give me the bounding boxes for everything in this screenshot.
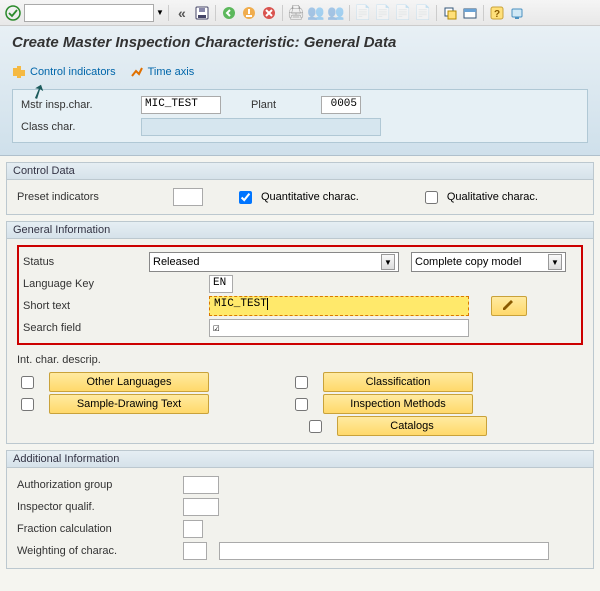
chevron-down-icon: ▼ [381, 254, 395, 270]
svg-text:?: ? [494, 9, 500, 20]
exit-icon[interactable] [240, 4, 258, 22]
find-icon: 👥 [307, 4, 325, 22]
prev-page-icon: 📄 [374, 4, 392, 22]
find-next-icon: 👥 [327, 4, 345, 22]
fraction-calc-label: Fraction calculation [17, 523, 177, 535]
ok-icon[interactable] [4, 4, 22, 22]
auth-group-label: Authorization group [17, 479, 177, 491]
control-indicators-icon [12, 65, 26, 79]
plant-label: Plant [251, 99, 321, 111]
catalogs-checkbox[interactable] [309, 420, 322, 433]
mic-value: MIC_TEST [141, 96, 221, 114]
other-languages-button[interactable]: Other Languages [49, 372, 209, 392]
fraction-calc-input[interactable] [183, 520, 203, 538]
search-field-input[interactable] [209, 319, 469, 337]
class-char-label: Class char. [21, 121, 141, 133]
class-char-value [141, 118, 381, 136]
auth-group-input[interactable] [183, 476, 219, 494]
status-dropdown[interactable]: Released ▼ [149, 252, 399, 272]
tab-time-axis-label: Time axis [148, 66, 195, 78]
status-value: Released [153, 256, 199, 268]
qualitative-checkbox[interactable] [425, 191, 438, 204]
header: Create Master Inspection Characteristic:… [0, 26, 600, 156]
tab-control-indicators[interactable]: Control indicators ➚ [12, 65, 116, 79]
subtabs: Control indicators ➚ Time axis [12, 65, 588, 79]
section-general-title: General Information [7, 222, 593, 239]
back-icon[interactable] [220, 4, 238, 22]
lang-label: Language Key [23, 278, 203, 290]
copy-model-value: Complete copy model [415, 256, 521, 268]
section-additional-title: Additional Information [7, 451, 593, 468]
weighting-desc-input[interactable] [219, 542, 549, 560]
highlighted-region: Status Released ▼ Complete copy model ▼ … [17, 245, 583, 345]
weighting-label: Weighting of charac. [17, 545, 177, 557]
weighting-input[interactable] [183, 542, 207, 560]
tab-control-indicators-label: Control indicators [30, 66, 116, 78]
tab-time-axis[interactable]: Time axis [130, 65, 195, 79]
save-icon[interactable] [193, 4, 211, 22]
section-control-data: Control Data Preset indicators Quantitat… [6, 162, 594, 215]
cancel-icon[interactable] [260, 4, 278, 22]
command-dropdown[interactable] [24, 4, 154, 22]
print-icon: 🖨 [287, 4, 305, 22]
key-block: Mstr insp.char. MIC_TEST Plant 0005 Clas… [12, 89, 588, 143]
classification-button[interactable]: Classification [323, 372, 473, 392]
short-text-label: Short text [23, 300, 203, 312]
intchar-label: Int. char. descrip. [17, 354, 141, 366]
chevron-down-icon: ▼ [548, 254, 562, 270]
chevrons-left-icon[interactable]: « [173, 4, 191, 22]
plant-value: 0005 [321, 96, 361, 114]
search-field-label: Search field [23, 322, 203, 334]
sample-drawing-checkbox[interactable] [21, 398, 34, 411]
settings-icon[interactable] [508, 4, 526, 22]
inspection-methods-checkbox[interactable] [295, 398, 308, 411]
preset-input[interactable] [173, 188, 203, 206]
pencil-icon [502, 300, 516, 312]
last-page-icon: 📄 [414, 4, 432, 22]
first-page-icon: 📄 [354, 4, 372, 22]
page-title: Create Master Inspection Characteristic:… [12, 34, 588, 51]
section-general: General Information Status Released ▼ Co… [6, 221, 594, 444]
quantitative-label: Quantitative charac. [261, 191, 359, 203]
long-text-button[interactable] [491, 296, 527, 316]
toolbar: ▼ « 🖨 👥 👥 📄 📄 📄 📄 ? [0, 0, 600, 26]
sample-drawing-button[interactable]: Sample-Drawing Text [49, 394, 209, 414]
classification-checkbox[interactable] [295, 376, 308, 389]
new-session-icon[interactable] [441, 4, 459, 22]
time-axis-icon [130, 65, 144, 79]
help-icon[interactable]: ? [488, 4, 506, 22]
catalogs-button[interactable]: Catalogs [337, 416, 487, 436]
copy-model-dropdown[interactable]: Complete copy model ▼ [411, 252, 566, 272]
status-label: Status [23, 256, 143, 268]
other-languages-checkbox[interactable] [21, 376, 34, 389]
section-control-data-title: Control Data [7, 163, 593, 180]
shortcut-icon[interactable] [461, 4, 479, 22]
short-text-value: MIC_TEST [214, 298, 267, 310]
next-page-icon: 📄 [394, 4, 412, 22]
preset-label: Preset indicators [17, 191, 167, 203]
section-additional: Additional Information Authorization gro… [6, 450, 594, 569]
quantitative-checkbox[interactable] [239, 191, 252, 204]
short-text-input[interactable]: MIC_TEST [209, 296, 469, 316]
lang-value: EN [209, 275, 233, 293]
inspection-methods-button[interactable]: Inspection Methods [323, 394, 473, 414]
inspector-qualif-input[interactable] [183, 498, 219, 516]
inspector-qualif-label: Inspector qualif. [17, 501, 177, 513]
qualitative-label: Qualitative charac. [447, 191, 538, 203]
